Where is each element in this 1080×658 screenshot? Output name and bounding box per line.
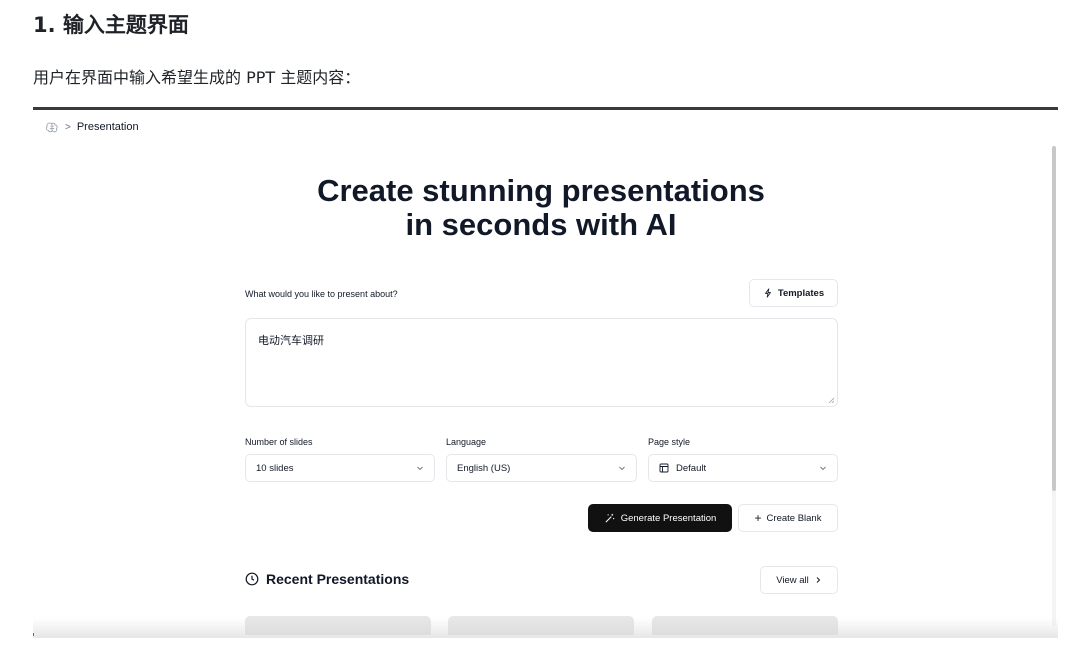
language-select[interactable]: English (US): [446, 454, 637, 482]
magic-wand-icon: [605, 513, 614, 523]
sparkle-icon: [764, 288, 771, 298]
breadcrumb-current[interactable]: Presentation: [77, 121, 139, 133]
hero-line-2: in seconds with AI: [405, 207, 677, 242]
screenshot-bottom-shadow: [33, 618, 1058, 638]
create-blank-button[interactable]: + Create Blank: [738, 504, 838, 532]
language-value: English (US): [457, 462, 511, 474]
page-style-label: Page style: [648, 437, 691, 447]
breadcrumb: > Presentation: [33, 110, 1058, 144]
view-all-button[interactable]: View all: [760, 566, 838, 594]
templates-button[interactable]: Templates: [749, 279, 838, 307]
chevron-down-icon: [820, 466, 826, 471]
slides-select[interactable]: 10 slides: [245, 454, 435, 482]
slides-label: Number of slides: [245, 437, 313, 447]
prompt-label: What would you like to present about?: [245, 289, 398, 299]
doc-heading: 1. 输入主题界面: [33, 13, 189, 37]
view-all-label: View all: [776, 574, 809, 586]
slides-value: 10 slides: [256, 462, 294, 474]
chevron-right-icon: [816, 577, 820, 583]
generate-presentation-button[interactable]: Generate Presentation: [588, 504, 732, 532]
recent-presentations-heading: Recent Presentations: [245, 571, 409, 587]
scrollbar-thumb[interactable]: [1052, 146, 1056, 491]
breadcrumb-separator: >: [65, 121, 71, 133]
clock-icon: [245, 572, 259, 586]
resize-handle-icon[interactable]: [828, 397, 834, 403]
decorative-mark: [33, 633, 34, 636]
hero-line-1: Create stunning presentations: [317, 173, 765, 208]
chevron-down-icon: [417, 466, 423, 471]
layout-icon: [659, 463, 669, 473]
app-screenshot: > Presentation Create stunning presentat…: [33, 110, 1058, 635]
brain-icon[interactable]: [45, 120, 59, 134]
templates-label: Templates: [777, 287, 825, 299]
doc-paragraph: 用户在界面中输入希望生成的 PPT 主题内容：: [33, 68, 361, 87]
generate-label: Generate Presentation: [620, 512, 717, 524]
language-label: Language: [446, 437, 487, 447]
hero-title: Create stunning presentations in seconds…: [33, 174, 1049, 242]
chevron-down-icon: [619, 466, 625, 471]
page-style-select[interactable]: Default: [648, 454, 838, 482]
page-style-value: Default: [676, 462, 707, 474]
recent-title: Recent Presentations: [266, 571, 410, 587]
prompt-textarea[interactable]: 电动汽车调研: [245, 318, 838, 407]
prompt-value: 电动汽车调研: [258, 334, 324, 347]
plus-icon: +: [754, 511, 762, 525]
create-blank-label: Create Blank: [766, 512, 822, 524]
